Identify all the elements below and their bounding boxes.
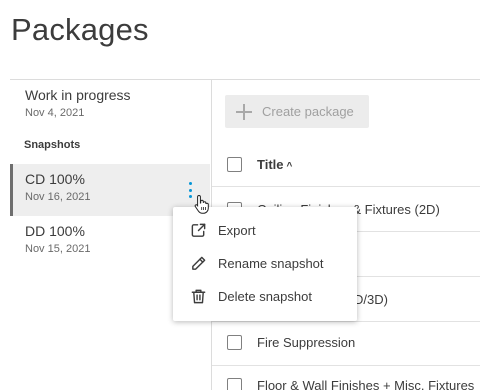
table-row[interactable]: Fire Suppression bbox=[212, 320, 480, 365]
trash-icon bbox=[191, 289, 206, 304]
sidebar-item-name: Work in progress bbox=[25, 87, 131, 103]
table-header-row: Title ^ bbox=[212, 142, 480, 187]
sidebar-item-name: CD 100% bbox=[25, 171, 85, 187]
menu-item-label: Delete snapshot bbox=[218, 289, 312, 304]
menu-item-export[interactable]: Export bbox=[173, 214, 357, 247]
plus-icon bbox=[236, 103, 252, 120]
create-package-button[interactable]: Create package bbox=[225, 95, 369, 128]
hand-pointer-cursor-icon bbox=[194, 194, 209, 214]
export-icon bbox=[191, 223, 206, 237]
sort-ascending-icon: ^ bbox=[286, 161, 293, 172]
page-title: Packages bbox=[11, 12, 149, 47]
menu-item-delete-snapshot[interactable]: Delete snapshot bbox=[173, 280, 357, 313]
snapshots-section-label: Snapshots bbox=[24, 139, 81, 151]
sidebar-item-date: Nov 16, 2021 bbox=[25, 191, 91, 203]
row-checkbox[interactable] bbox=[227, 335, 242, 350]
sidebar-item-date: Nov 4, 2021 bbox=[25, 107, 85, 119]
create-package-label: Create package bbox=[262, 104, 354, 119]
sidebar-item-work-in-progress[interactable]: Work in progress Nov 4, 2021 bbox=[10, 80, 210, 132]
pencil-icon bbox=[192, 256, 206, 270]
table-row[interactable]: Floor & Wall Finishes + Misc. Fixtures bbox=[212, 363, 480, 390]
menu-item-label: Export bbox=[218, 223, 256, 238]
title-column-label: Title bbox=[257, 157, 284, 172]
select-all-checkbox[interactable] bbox=[227, 157, 242, 172]
row-checkbox[interactable] bbox=[227, 378, 242, 390]
menu-item-rename-snapshot[interactable]: Rename snapshot bbox=[173, 247, 357, 280]
snapshot-context-menu: Export Rename snapshot Delete snapshot bbox=[173, 207, 357, 321]
title-column-header[interactable]: Title ^ bbox=[257, 157, 292, 172]
row-title: Floor & Wall Finishes + Misc. Fixtures bbox=[257, 378, 475, 390]
menu-item-label: Rename snapshot bbox=[218, 256, 324, 271]
row-title: Fire Suppression bbox=[257, 335, 356, 350]
